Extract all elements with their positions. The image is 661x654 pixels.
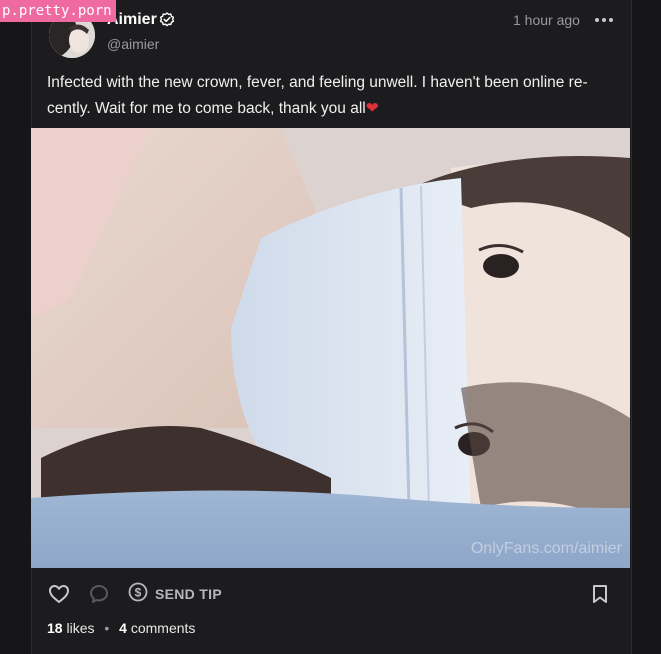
more-horizontal-icon[interactable]: [594, 13, 614, 32]
post-text: Infected with the new crown, fever, and …: [47, 70, 607, 122]
dollar-circle-icon: $: [128, 582, 148, 607]
svg-text:$: $: [135, 585, 142, 599]
media-watermark: OnlyFans.com/aimier: [470, 540, 622, 557]
heart-emoji: ❤: [365, 100, 379, 117]
author-handle[interactable]: @aimier: [107, 36, 159, 52]
comments-count[interactable]: 4: [119, 620, 127, 636]
post-text-body: Infected with the new crown, fever, and …: [47, 74, 588, 117]
send-tip-label: SEND TIP: [155, 586, 222, 602]
heart-outline-icon[interactable]: [48, 584, 70, 609]
send-tip-button[interactable]: $ SEND TIP: [128, 582, 222, 606]
post-timestamp[interactable]: 1 hour ago: [513, 12, 580, 28]
stats-separator: •: [104, 620, 110, 636]
post-image[interactable]: OnlyFans.com/aimier: [31, 128, 630, 568]
likes-label[interactable]: likes: [66, 620, 94, 636]
post-actions-bar: $ SEND TIP: [31, 568, 630, 618]
verified-badge-icon: [159, 12, 175, 33]
bookmark-icon[interactable]: [591, 584, 609, 609]
site-watermark: p.pretty.porn: [0, 0, 116, 22]
post-stats: 18 likes • 4 comments: [47, 620, 195, 636]
likes-count[interactable]: 18: [47, 620, 63, 636]
comment-bubble-icon[interactable]: [89, 584, 109, 609]
comments-label[interactable]: comments: [131, 620, 196, 636]
